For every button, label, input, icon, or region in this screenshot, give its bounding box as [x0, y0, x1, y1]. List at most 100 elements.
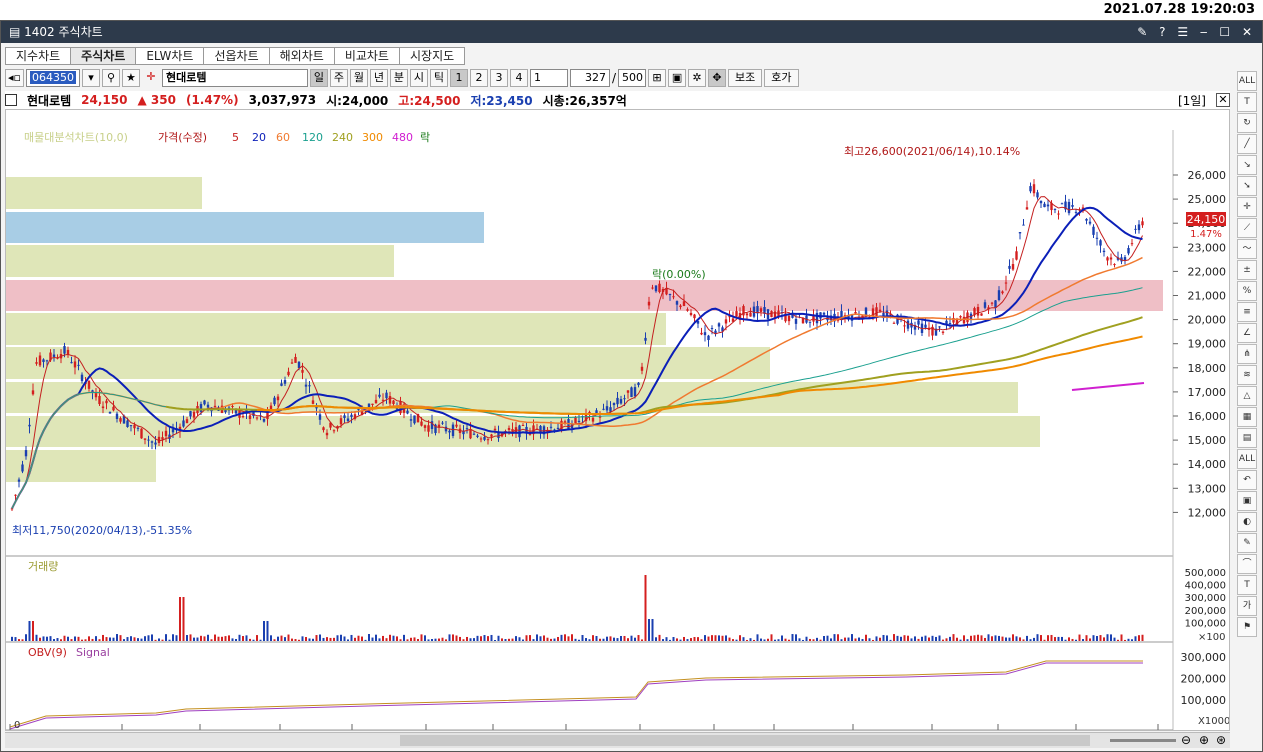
volume-bar [1141, 634, 1144, 641]
fan-icon[interactable]: ⟋ [1237, 218, 1257, 238]
volume-bar [354, 637, 356, 641]
tab-compare-chart[interactable]: 비교차트 [333, 47, 400, 65]
close-icon[interactable]: ✕ [1216, 93, 1230, 107]
angle-icon[interactable]: ∠ [1237, 323, 1257, 343]
tab-elw-chart[interactable]: ELW차트 [135, 47, 205, 65]
paint-icon[interactable]: ◐ [1237, 512, 1257, 532]
candle-body [640, 366, 644, 371]
candle-body [1130, 243, 1134, 245]
stock-code-input[interactable]: 064350 [25, 69, 80, 87]
chart-area[interactable]: 26,00025,00024,00023,00022,00021,00020,0… [5, 109, 1230, 731]
grid-icon[interactable]: ▦ [1237, 407, 1257, 427]
info-checkbox[interactable] [5, 94, 17, 106]
report-icon[interactable]: ▤ [1237, 428, 1257, 448]
horizontal-scrollbar[interactable]: ⊖ ⊕ ⊛ [5, 732, 1230, 748]
settings-icon[interactable]: ✲ [688, 69, 707, 87]
num-2-button[interactable]: 2 [469, 69, 488, 87]
horizontal-icon[interactable]: ± [1237, 260, 1257, 280]
volume-bar [494, 639, 496, 641]
pin-icon[interactable]: ⚑ [1237, 617, 1257, 637]
volume-bar [1082, 639, 1084, 641]
volume-bar [984, 637, 986, 641]
trend-icon[interactable]: 〜 [1237, 239, 1257, 259]
period-minute-button[interactable]: 분 [389, 69, 408, 87]
all-tools-icon[interactable]: ALL [1237, 71, 1257, 91]
rotate-icon[interactable]: ↻ [1237, 113, 1257, 133]
aux-button[interactable]: 보조 [728, 69, 763, 87]
volume-bar [420, 634, 423, 641]
volume-bar [200, 635, 202, 641]
tab-stock-chart[interactable]: 주식차트 [70, 47, 137, 65]
volume-bar [294, 639, 297, 641]
curve-icon[interactable]: ⌒ [1237, 554, 1257, 574]
zoom-out-icon[interactable]: ⊖ [1181, 733, 1191, 747]
crosshair-icon[interactable]: ✛ [142, 69, 160, 87]
candle-body [1127, 248, 1130, 254]
interval-select[interactable]: 1 [529, 69, 568, 87]
num-4-button[interactable]: 4 [509, 69, 528, 87]
panel-toggle-button[interactable]: ◂▫ [5, 69, 24, 87]
volume-bar [284, 637, 286, 641]
volume-bar [1015, 636, 1018, 641]
tab-market-map[interactable]: 시장지도 [398, 47, 466, 65]
percent-icon[interactable]: % [1237, 281, 1257, 301]
tab-futures-chart[interactable]: 선옵차트 [203, 47, 270, 65]
brush-icon[interactable]: ✎ [1237, 533, 1257, 553]
tool-icon[interactable]: T [1237, 92, 1257, 112]
total-input[interactable]: 500 [618, 69, 647, 87]
volume-bar [564, 634, 566, 641]
volume-bar [578, 639, 580, 641]
period-month-button[interactable]: 월 [349, 69, 368, 87]
volume-bar [830, 638, 832, 641]
channel-icon[interactable]: ≡ [1237, 302, 1257, 322]
all-delete-icon[interactable]: ALL [1237, 449, 1257, 469]
move-icon[interactable]: ✥ [708, 69, 727, 87]
candle-body [294, 356, 297, 363]
tab-index-chart[interactable]: 지수차트 [5, 47, 72, 65]
volume-bar [25, 634, 27, 641]
window-controls[interactable]: ✎ ? ☰ ‒ ☐ ✕ [1137, 21, 1256, 43]
period-day-button[interactable]: 일 [309, 69, 328, 87]
star-icon[interactable]: ★ [121, 69, 140, 87]
volume-bar [242, 636, 244, 641]
undo-icon[interactable]: ↶ [1237, 470, 1257, 490]
candle-body [322, 427, 325, 431]
triangle-icon[interactable]: △ [1237, 386, 1257, 406]
fibonacci-icon[interactable]: ⋔ [1237, 344, 1257, 364]
num-1-button[interactable]: 1 [449, 69, 468, 87]
volume-bar [599, 638, 601, 641]
period-week-button[interactable]: 주 [329, 69, 348, 87]
quote-button[interactable]: 호가 [764, 69, 799, 87]
volume-bar [896, 635, 899, 641]
info-volume: 3,037,973 [248, 93, 317, 107]
save-icon[interactable]: ▣ [668, 69, 687, 87]
candle-body [1106, 257, 1109, 261]
zoom-fit-icon[interactable]: ⊛ [1216, 733, 1226, 747]
count-input[interactable]: 327 [569, 69, 610, 87]
scroll-thumb[interactable] [400, 735, 1090, 746]
box-icon[interactable]: ▣ [1237, 491, 1257, 511]
text-icon[interactable]: T [1237, 575, 1257, 595]
period-year-button[interactable]: 년 [369, 69, 388, 87]
line-icon[interactable]: ╱ [1237, 134, 1257, 154]
search-icon[interactable]: ⚲ [101, 69, 120, 87]
candle-body [98, 395, 101, 405]
zoom-slider[interactable] [1110, 739, 1176, 742]
candle-body [17, 479, 21, 482]
cross-line-icon[interactable]: ✛ [1237, 197, 1257, 217]
dropdown-icon[interactable]: ▾ [81, 69, 100, 87]
candle-body [70, 362, 73, 364]
volume-bar [585, 638, 587, 641]
ray-icon[interactable]: ↘ [1237, 155, 1257, 175]
arrow-icon[interactable]: ➘ [1237, 176, 1257, 196]
num-3-button[interactable]: 3 [489, 69, 508, 87]
candle-body [787, 315, 791, 322]
period-hour-button[interactable]: 시 [409, 69, 428, 87]
candle-body [1113, 264, 1116, 266]
tab-overseas-chart[interactable]: 해외차트 [268, 47, 335, 65]
korean-text-icon[interactable]: 가 [1237, 596, 1257, 616]
zoom-in-icon[interactable]: ⊕ [1199, 733, 1209, 747]
period-tick-button[interactable]: 틱 [429, 69, 448, 87]
wave-icon[interactable]: ≋ [1237, 365, 1257, 385]
add-window-icon[interactable]: ⊞ [648, 69, 667, 87]
